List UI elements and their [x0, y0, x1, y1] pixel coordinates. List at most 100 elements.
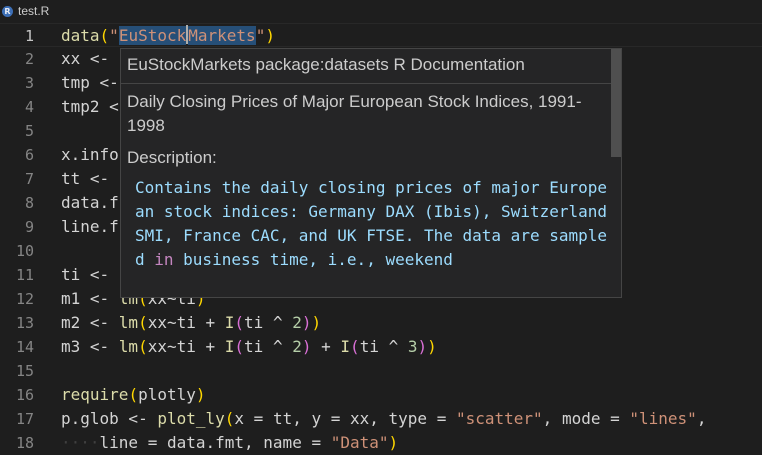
line-number: 2 — [24, 50, 34, 68]
doc-keyword: in — [154, 250, 174, 269]
code-token: xx~ti + — [147, 337, 225, 356]
code-line[interactable]: 13 m2 <- lm(xx~ti + I(ti ^ 2)) — [0, 311, 762, 335]
code-token: ) — [195, 385, 206, 404]
code-token: ) — [388, 433, 399, 452]
code-token: ( — [234, 337, 245, 356]
hover-documentation-popup[interactable]: EuStockMarkets package:datasets R Docume… — [120, 48, 622, 298]
code-token: line.f — [61, 217, 119, 236]
code-token: ( — [224, 409, 235, 428]
code-text: tmp <- — [61, 71, 128, 95]
code-token: + — [311, 337, 341, 356]
tab-title[interactable]: test.R — [18, 4, 49, 18]
line-number: 4 — [24, 98, 34, 116]
doc-header: EuStockMarkets package:datasets R Docume… — [127, 55, 525, 74]
code-token: ( — [350, 337, 360, 356]
code-token: "lines" — [629, 409, 697, 428]
code-token: p.glob <- — [61, 409, 158, 428]
r-file-icon: R — [2, 5, 13, 17]
code-token: " — [255, 26, 266, 45]
code-token: ) — [265, 26, 275, 45]
code-token: data.f — [61, 193, 119, 212]
code-token: 2 — [292, 313, 302, 332]
line-number: 7 — [24, 170, 34, 188]
code-token: line = data.fmt, name = — [99, 433, 331, 452]
code-token: ( — [138, 337, 148, 356]
code-token: ) — [427, 337, 437, 356]
doc-divider — [121, 83, 613, 84]
code-token: require — [61, 385, 129, 404]
line-number: 14 — [15, 338, 34, 356]
code-text: m2 <- lm(xx~ti + I(ti ^ 2)) — [61, 311, 321, 335]
code-token: I — [340, 337, 351, 356]
code-token: 2 — [292, 337, 302, 356]
code-token: ( — [128, 385, 139, 404]
code-text: ti <- — [61, 263, 119, 287]
line-number: 9 — [24, 218, 34, 236]
line-number: 12 — [15, 290, 34, 308]
code-token: x = tt, y = xx, type = — [234, 409, 456, 428]
line-number: 6 — [24, 146, 34, 164]
code-token: m3 <- — [61, 337, 119, 356]
code-token: "scatter" — [455, 409, 543, 428]
hover-scrollbar-thumb[interactable] — [611, 49, 621, 157]
code-line[interactable]: 18 ····line = data.fmt, name = "Data") — [0, 431, 762, 455]
code-text: require(plotly) — [61, 383, 206, 407]
code-token: tt <- — [61, 169, 119, 188]
code-token: ( — [234, 313, 245, 332]
code-line[interactable]: 16 require(plotly) — [0, 383, 762, 407]
code-token: EuStock — [118, 26, 187, 45]
doc-title: Daily Closing Prices of Major European S… — [127, 92, 582, 135]
code-token: tmp <- — [61, 73, 129, 92]
code-line[interactable]: 14 m3 <- lm(xx~ti + I(ti ^ 2) + I(ti ^ 3)… — [0, 335, 762, 359]
code-token: ) — [301, 313, 312, 332]
code-token: ti ^ — [359, 337, 408, 356]
code-text: p.glob <- plot_ly(x = tt, y = xx, type =… — [61, 407, 706, 431]
code-token: I — [224, 313, 235, 332]
code-token: ···· — [61, 433, 100, 452]
code-line[interactable]: 15 — [0, 359, 762, 383]
code-token: lm — [118, 337, 139, 356]
code-token: xx <- — [61, 49, 119, 68]
line-number: 15 — [15, 362, 34, 380]
code-line[interactable]: 1 data("EuStock Markets") — [0, 23, 762, 47]
line-number: 5 — [24, 122, 34, 140]
editor-tab-bar: R test.R — [0, 0, 762, 22]
code-token: xx~ti + — [147, 313, 225, 332]
code-token: plot_ly — [157, 409, 225, 428]
doc-description-text-cont: business time, i.e., weekend — [173, 250, 453, 269]
line-number: 17 — [15, 410, 34, 428]
code-token: Markets — [188, 26, 256, 45]
line-number: 11 — [15, 266, 34, 284]
code-token: " — [109, 26, 119, 45]
code-text: m3 <- lm(xx~ti + I(ti ^ 2) + I(ti ^ 3)) — [61, 335, 437, 359]
code-token: data — [61, 26, 100, 45]
code-token: ) — [301, 337, 312, 356]
code-token: ) — [311, 313, 322, 332]
code-token: ) — [417, 337, 428, 356]
code-token: m1 <- — [61, 289, 119, 308]
doc-section-label: Description: — [127, 148, 217, 167]
code-line[interactable]: 17 p.glob <- plot_ly(x = tt, y = xx, type… — [0, 407, 762, 431]
code-text: x.info — [61, 143, 119, 167]
line-number: 1 — [24, 27, 34, 45]
code-token: x.info — [61, 145, 119, 164]
line-number: 3 — [24, 74, 34, 92]
code-text: xx <- — [61, 47, 119, 71]
code-token: "Data" — [330, 433, 389, 452]
code-token: , mode = — [542, 409, 630, 428]
code-token: m2 <- — [61, 313, 119, 332]
code-text: ····line = data.fmt, name = "Data") — [61, 431, 398, 455]
code-token: plotly — [138, 385, 196, 404]
code-token: 3 — [407, 337, 418, 356]
code-token: , — [696, 409, 707, 428]
code-token: lm — [118, 313, 139, 332]
code-token: ( — [138, 313, 148, 332]
code-token: ti <- — [61, 265, 119, 284]
line-number: 10 — [15, 242, 34, 260]
line-number: 8 — [24, 194, 34, 212]
code-token: I — [224, 337, 235, 356]
code-token: ti ^ — [244, 313, 293, 332]
line-number: 16 — [15, 386, 34, 404]
code-text: data("EuStock Markets") — [61, 24, 275, 48]
doc-description: Contains the daily closing prices of maj… — [135, 176, 607, 272]
